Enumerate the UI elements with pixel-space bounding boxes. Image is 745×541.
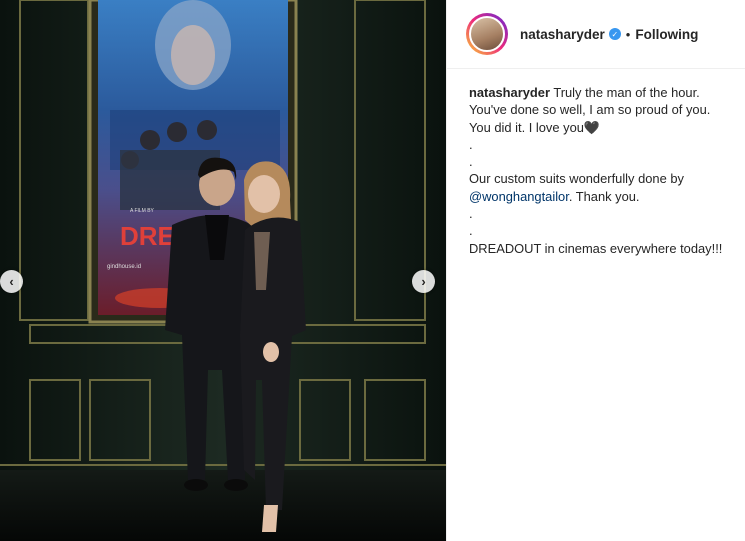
verified-badge-icon: ✓ (608, 28, 621, 40)
post-header: natasharyder ✓ • Following (447, 0, 745, 69)
poster-url-text: gindhouse.id (107, 264, 141, 270)
header-separator: • (625, 26, 631, 42)
header-username-link[interactable]: natasharyder (520, 27, 605, 42)
caption-text: . Thank you. (568, 188, 640, 204)
black-heart-emoji: 🖤 (583, 119, 600, 135)
caption-line: DREADOUT in cinemas everywhere today!!! (469, 240, 723, 256)
previous-photo-button[interactable]: ‹ (0, 270, 23, 293)
chevron-right-icon: › (421, 274, 426, 289)
next-photo-button[interactable]: › (412, 270, 435, 293)
caption-line: . (469, 206, 473, 222)
caption-line: @wonghangtailor. Thank you. (469, 188, 724, 205)
caption-line: Our custom suits wonderfully done by (469, 171, 684, 187)
mention-link[interactable]: @wonghangtailor (469, 189, 569, 204)
avatar-image (469, 16, 505, 52)
caption-text: You did it. I love you (469, 119, 584, 135)
photo-scene: DRE A FILM BY gindhouse.id (0, 0, 446, 541)
poster-credit-text: A FILM BY (130, 208, 155, 214)
caption-line: natasharyder Truly the man of the hour. (469, 84, 724, 101)
post-photo[interactable]: DRE A FILM BY gindhouse.id ‹ › (0, 0, 446, 541)
caption-username-link[interactable]: natasharyder (469, 85, 550, 100)
caption-line: . (469, 223, 473, 239)
chevron-left-icon: ‹ (9, 274, 14, 289)
caption-line: You did it. I love you🖤 (469, 119, 724, 136)
post-caption: natasharyder Truly the man of the hour. … (447, 69, 745, 257)
caption-line: . (469, 136, 473, 152)
caption-line: . (469, 154, 473, 170)
caption-text: Truly the man of the hour. (553, 85, 700, 100)
post-sidebar: natasharyder ✓ • Following natasharyder … (446, 0, 745, 541)
following-button[interactable]: Following (635, 27, 698, 42)
poster-title-text: DRE (120, 221, 175, 251)
avatar[interactable] (466, 13, 508, 55)
caption-line: You've done so well, I am so proud of yo… (469, 102, 711, 118)
